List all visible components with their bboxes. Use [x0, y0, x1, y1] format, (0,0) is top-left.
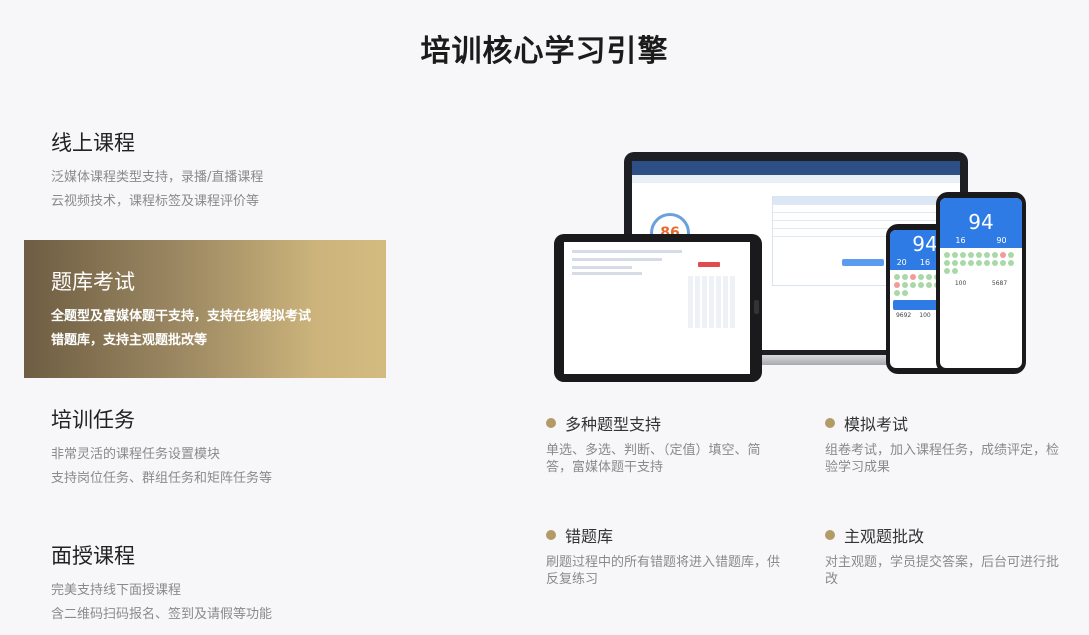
feature-mock-exam: 模拟考试 组卷考试，加入课程任务，成绩评定，检验学习成果 [825, 412, 1065, 476]
feature-title: 错题库 [565, 527, 614, 546]
phone-score: 94 [968, 210, 994, 234]
feature-title: 模拟考试 [844, 415, 909, 434]
feature-title: 多种题型支持 [565, 415, 662, 434]
menu-item-title: 面授课程 [51, 544, 135, 568]
menu-item-desc: 全题型及富媒体题干支持，支持在线模拟考试 [51, 309, 312, 324]
tablet-answer-grid [688, 276, 736, 328]
menu-item-desc: 错题库，支持主观题批改等 [51, 333, 208, 348]
tablet-submit-button [698, 262, 720, 267]
menu-item-desc: 支持岗位任务、群组任务和矩阵任务等 [51, 471, 273, 486]
devices-illustration: 86 94 201690 [550, 150, 1030, 385]
menu-item-online-course[interactable]: 线上课程 泛媒体课程类型支持，录播/直播课程 云视频技术，课程标签及课程评价等 [24, 128, 386, 228]
menu-item-desc: 完美支持线下面授课程 [51, 583, 182, 598]
feature-question-types: 多种题型支持 单选、多选、判断、（定值）填空、简答，富媒体题干支持 [546, 412, 766, 476]
tablet-mockup [554, 234, 762, 382]
laptop-topbar [632, 161, 960, 175]
bullet-icon [546, 530, 556, 540]
tablet-screen [564, 242, 750, 374]
page-title: 培训核心学习引擎 [420, 34, 669, 69]
menu-item-desc: 云视频技术，课程标签及课程评价等 [51, 194, 260, 209]
menu-item-desc: 泛媒体课程类型支持，录播/直播课程 [51, 170, 264, 185]
menu-item-title: 线上课程 [51, 131, 135, 155]
bullet-icon [825, 418, 835, 428]
laptop-button [842, 259, 884, 266]
menu-item-offline-course[interactable]: 面授课程 完美支持线下面授课程 含二维码扫码报名、签到及请假等功能 [24, 541, 386, 635]
phone-answer-dots [940, 248, 1022, 278]
bullet-icon [825, 530, 835, 540]
laptop-tabs [632, 175, 960, 183]
feature-desc: 对主观题，学员提交答案，后台可进行批改 [825, 555, 1060, 587]
feature-desc: 组卷考试，加入课程任务，成绩评定，检验学习成果 [825, 443, 1060, 475]
feature-desc: 单选、多选、判断、（定值）填空、简答，富媒体题干支持 [546, 443, 761, 475]
menu-item-desc: 含二维码扫码报名、签到及请假等功能 [51, 607, 273, 622]
feature-subjective-grading: 主观题批改 对主观题，学员提交答案，后台可进行批改 [825, 524, 1065, 588]
menu-item-title: 题库考试 [51, 270, 135, 294]
feature-wrong-questions: 错题库 刷题过程中的所有错题将进入错题库，供反复练习 [546, 524, 786, 588]
menu-item-exam-active[interactable]: 题库考试 全题型及富媒体题干支持，支持在线模拟考试 错题库，支持主观题批改等 [24, 240, 386, 378]
phone-mockup-2: 94 16 90 100 5687 [936, 192, 1026, 374]
menu-item-desc: 非常灵活的课程任务设置模块 [51, 447, 221, 462]
feature-desc: 刷题过程中的所有错题将进入错题库，供反复练习 [546, 555, 781, 587]
menu-item-title: 培训任务 [51, 408, 135, 432]
menu-item-training-task[interactable]: 培训任务 非常灵活的课程任务设置模块 支持岗位任务、群组任务和矩阵任务等 [24, 405, 386, 505]
bullet-icon [546, 418, 556, 428]
feature-title: 主观题批改 [844, 527, 925, 546]
